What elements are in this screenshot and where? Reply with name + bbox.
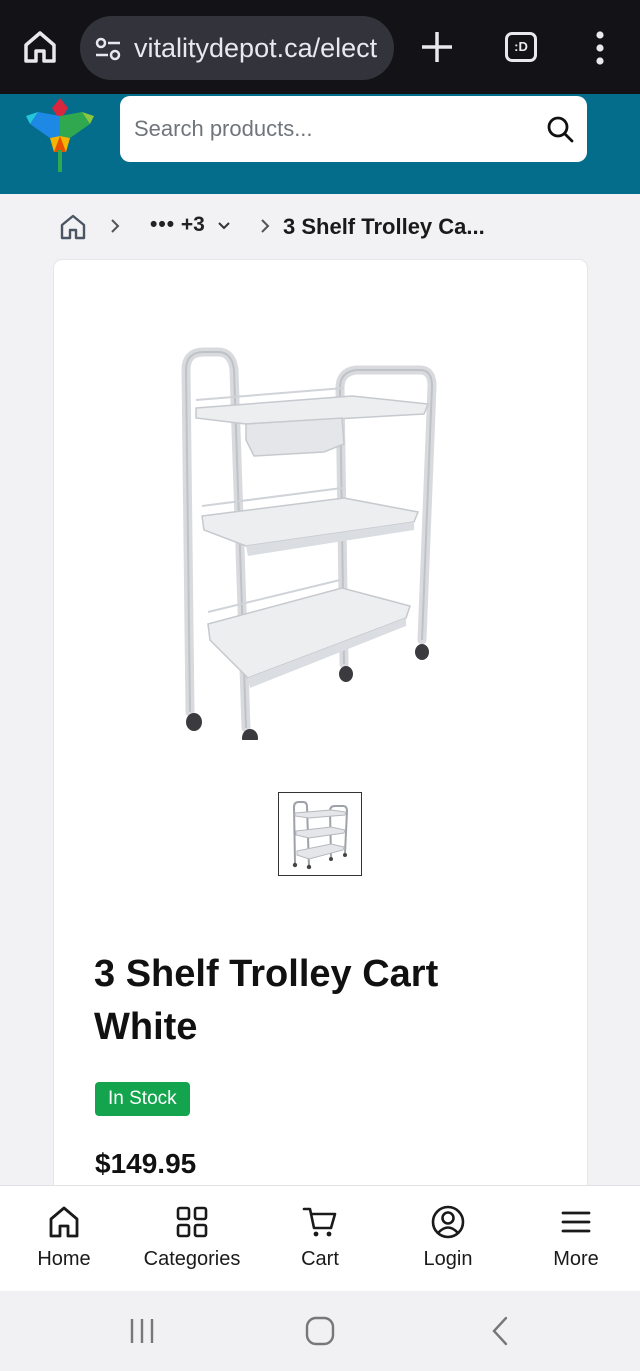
nav-label: Categories [143,1248,241,1270]
site-settings-icon[interactable] [93,34,123,64]
breadcrumb-collapsed-button[interactable]: ••• +3 [150,213,205,237]
user-circle-icon [431,1205,465,1239]
system-navigation-bar [0,1291,640,1371]
breadcrumb-current: 3 Shelf Trolley Ca... [283,214,485,239]
nav-label: Cart [301,1248,339,1270]
hamburger-icon [561,1211,591,1233]
grid-icon [176,1206,208,1238]
nav-item-login[interactable]: Login [384,1186,512,1292]
nav-item-categories[interactable]: Categories [128,1186,256,1292]
search-bar [120,96,587,162]
product-card: 3 Shelf Trolley Cart White In Stock $149… [54,260,587,1200]
nav-item-home[interactable]: Home [0,1186,128,1292]
search-icon[interactable] [545,114,575,144]
nav-label: More [553,1248,599,1270]
chevron-right-icon [111,219,120,233]
site-header [0,94,640,194]
back-icon[interactable] [482,1315,518,1347]
breadcrumb-more-dots: ••• [150,213,176,236]
maple-leaf-logo[interactable] [22,94,98,174]
product-price: $149.95 [95,1148,197,1179]
home-icon [49,1206,79,1238]
new-tab-icon[interactable] [418,28,456,66]
chevron-down-icon[interactable] [216,220,232,232]
browser-home-icon[interactable] [20,27,60,67]
nav-label: Home [37,1248,91,1270]
browser-menu-icon[interactable] [588,28,612,68]
nav-label: Login [423,1248,473,1270]
breadcrumb-home-icon[interactable] [58,212,88,242]
bottom-navigation: Home Categories Cart Login More [0,1185,640,1291]
tab-switcher-button[interactable]: :D [505,32,537,62]
url-text: vitalitydepot.ca/elect [134,33,378,63]
nav-item-cart[interactable]: Cart [256,1186,384,1292]
chevron-right-icon [261,219,270,233]
product-image[interactable] [174,340,454,740]
cart-icon [302,1207,337,1237]
nav-item-more[interactable]: More [512,1186,640,1292]
home-button-icon[interactable] [302,1315,338,1347]
thumbnail-image [292,801,349,869]
browser-toolbar: vitalitydepot.ca/elect :D [0,0,640,94]
product-thumbnail[interactable] [278,792,362,876]
breadcrumb-more-count: +3 [180,213,205,236]
recent-apps-icon[interactable] [124,1315,160,1347]
stock-status-badge: In Stock [95,1082,190,1116]
search-input[interactable] [134,108,534,150]
breadcrumb: ••• +3 3 Shelf Trolley Ca... [58,206,618,246]
product-title: 3 Shelf Trolley Cart White [94,953,439,1048]
address-bar[interactable]: vitalitydepot.ca/elect [80,16,394,80]
